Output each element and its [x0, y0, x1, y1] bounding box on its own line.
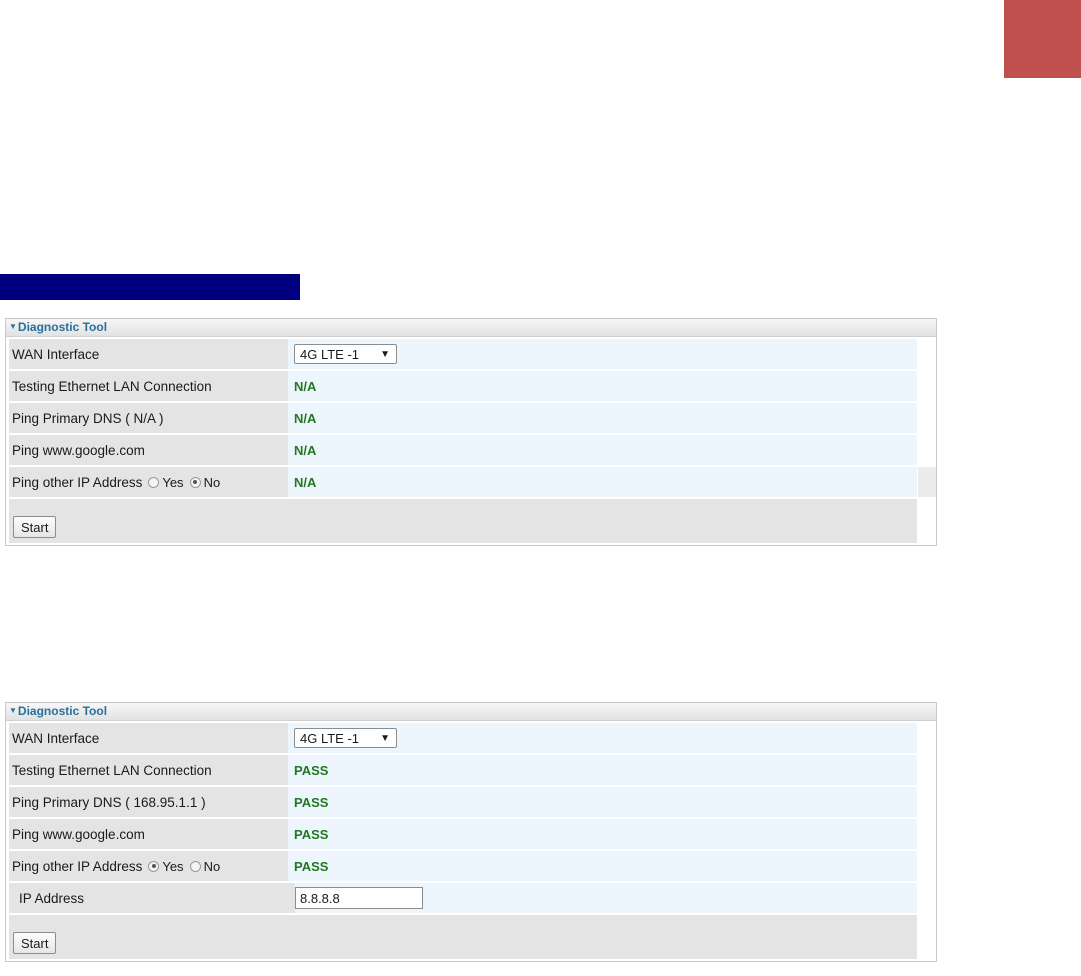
collapse-triangle-icon[interactable]: ▼: [9, 318, 17, 335]
yes-radio[interactable]: [148, 476, 160, 488]
wan-interface-row: WAN Interface 4G LTE -1 ▼: [9, 339, 917, 369]
wan-interface-label: WAN Interface: [9, 339, 288, 369]
panel-header[interactable]: ▼ Diagnostic Tool: [6, 319, 936, 337]
yes-radio[interactable]: [148, 860, 160, 872]
other-ip-status: N/A: [294, 474, 317, 490]
section-heading-bar: [0, 274, 300, 300]
google-ping-row: Ping www.google.com PASS: [9, 819, 917, 849]
other-ip-status: PASS: [294, 858, 329, 874]
google-ping-status: N/A: [294, 442, 317, 458]
other-ip-label: Ping other IP Address: [12, 858, 143, 874]
google-ping-label: Ping www.google.com: [9, 435, 288, 465]
ip-address-row: IP Address 8.8.8.8: [9, 883, 917, 913]
action-row: Start: [9, 915, 917, 959]
panel-title: Diagnostic Tool: [17, 704, 108, 718]
lan-test-status: N/A: [294, 378, 317, 394]
other-ip-label-cell: Ping other IP Address Yes No: [9, 851, 288, 881]
other-ip-row: Ping other IP Address Yes No N/A: [9, 467, 936, 497]
lan-test-label: Testing Ethernet LAN Connection: [9, 371, 288, 401]
action-row: Start: [9, 499, 917, 543]
lan-test-row: Testing Ethernet LAN Connection PASS: [9, 755, 917, 785]
panel-body: WAN Interface 4G LTE -1 ▼ Testing Ethern…: [6, 721, 936, 961]
row-edge: [918, 467, 936, 497]
wan-interface-row: WAN Interface 4G LTE -1 ▼: [9, 723, 917, 753]
dropdown-arrow-icon: ▼: [380, 348, 390, 360]
other-ip-label: Ping other IP Address: [12, 474, 143, 490]
yes-radio-label: Yes: [162, 474, 184, 490]
other-ip-row: Ping other IP Address Yes No PASS: [9, 851, 917, 881]
no-radio-label: No: [203, 474, 221, 490]
wan-interface-select[interactable]: 4G LTE -1 ▼: [294, 344, 397, 364]
lan-test-label: Testing Ethernet LAN Connection: [9, 755, 288, 785]
panel-header[interactable]: ▼ Diagnostic Tool: [6, 703, 936, 721]
google-ping-status: PASS: [294, 826, 329, 842]
ip-address-value: 8.8.8.8: [300, 890, 340, 906]
dns-ping-row: Ping Primary DNS ( 168.95.1.1 ) PASS: [9, 787, 917, 817]
dns-ping-label: Ping Primary DNS ( N/A ): [9, 403, 288, 433]
wan-interface-value: 4G LTE -1: [300, 730, 360, 746]
wan-interface-value: 4G LTE -1: [300, 346, 360, 362]
google-ping-row: Ping www.google.com N/A: [9, 435, 917, 465]
start-button[interactable]: Start: [13, 516, 57, 538]
start-button[interactable]: Start: [13, 932, 57, 954]
lan-test-row: Testing Ethernet LAN Connection N/A: [9, 371, 917, 401]
no-radio[interactable]: [189, 860, 201, 872]
corner-decoration: [1004, 0, 1081, 78]
panel-title: Diagnostic Tool: [17, 320, 108, 334]
dns-ping-label: Ping Primary DNS ( 168.95.1.1 ): [9, 787, 288, 817]
wan-interface-label: WAN Interface: [9, 723, 288, 753]
wan-interface-select[interactable]: 4G LTE -1 ▼: [294, 728, 397, 748]
no-radio-label: No: [203, 858, 221, 874]
lan-test-status: PASS: [294, 762, 329, 778]
dns-ping-row: Ping Primary DNS ( N/A ) N/A: [9, 403, 917, 433]
dns-ping-status: N/A: [294, 410, 317, 426]
dns-ping-status: PASS: [294, 794, 329, 810]
diagnostic-tool-panel-1: ▼ Diagnostic Tool WAN Interface 4G LTE -…: [5, 318, 937, 546]
ip-address-label: IP Address: [9, 883, 295, 913]
collapse-triangle-icon[interactable]: ▼: [9, 702, 17, 719]
google-ping-label: Ping www.google.com: [9, 819, 288, 849]
other-ip-label-cell: Ping other IP Address Yes No: [9, 467, 288, 497]
no-radio[interactable]: [189, 476, 201, 488]
diagnostic-tool-panel-2: ▼ Diagnostic Tool WAN Interface 4G LTE -…: [5, 702, 937, 962]
panel-body: WAN Interface 4G LTE -1 ▼ Testing Ethern…: [6, 337, 936, 545]
dropdown-arrow-icon: ▼: [380, 732, 390, 744]
ip-address-input[interactable]: 8.8.8.8: [295, 887, 423, 909]
yes-radio-label: Yes: [162, 858, 184, 874]
